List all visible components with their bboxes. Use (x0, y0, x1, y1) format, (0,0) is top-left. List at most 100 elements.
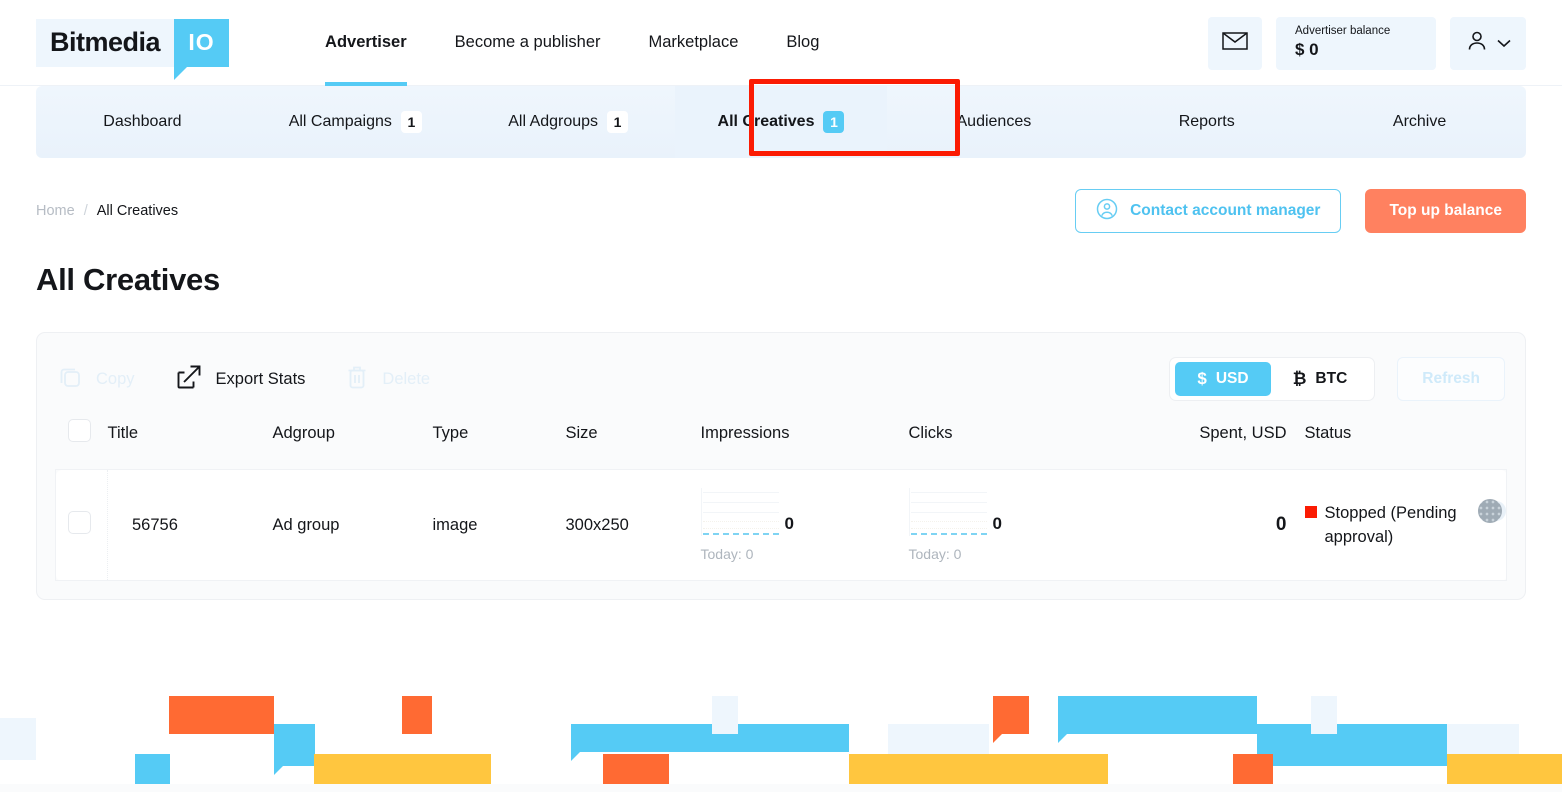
subnav-label: All Campaigns (289, 113, 392, 131)
delete-button[interactable]: Delete (345, 364, 430, 395)
subnav-label: Audiences (957, 113, 1032, 131)
currency-option-usd[interactable]: $ USD (1175, 362, 1270, 396)
row-select-cell (56, 470, 108, 581)
impressions-sparkline-chart (701, 488, 779, 536)
status-badge: Stopped (Pending approval) (1305, 501, 1465, 549)
clicks-today: Today: 0 (909, 546, 1137, 562)
currency-toggle: $ USD ₿ BTC (1169, 357, 1375, 401)
user-icon (1465, 29, 1489, 58)
subnav-item-all-adgroups[interactable]: All Adgroups 1 (462, 86, 675, 158)
impressions-value: 0 (785, 514, 794, 536)
refresh-button[interactable]: Refresh (1397, 357, 1505, 401)
dollar-icon: $ (1197, 369, 1206, 389)
breadcrumb-current: All Creatives (97, 203, 178, 219)
subnav-label: All Adgroups (508, 113, 598, 131)
copy-button[interactable]: Copy (57, 364, 135, 395)
header-right-group: Advertiser balance $ 0 (1208, 17, 1526, 70)
subnav-label: Archive (1393, 113, 1446, 131)
currency-usd-label: USD (1216, 370, 1249, 388)
contact-account-manager-button[interactable]: Contact account manager (1075, 189, 1341, 233)
main-nav: Advertiser Become a publisher Marketplac… (325, 0, 867, 86)
subnav-item-reports[interactable]: Reports (1100, 86, 1313, 158)
sub-nav-wrapper: Dashboard All Campaigns 1 All Adgroups 1… (36, 86, 1526, 158)
col-title: Title (108, 407, 273, 470)
currency-option-btc[interactable]: ₿ BTC (1271, 362, 1370, 396)
status-toggle[interactable] (1479, 501, 1506, 521)
cell-size: 300x250 (566, 470, 701, 581)
toolbar-right-actions: $ USD ₿ BTC Refresh (1169, 357, 1505, 401)
clicks-value: 0 (993, 514, 1002, 536)
nav-item-advertiser[interactable]: Advertiser (325, 0, 407, 86)
contact-account-manager-label: Contact account manager (1130, 202, 1320, 220)
subnav-badge: 1 (401, 111, 422, 133)
footer-divider (0, 784, 1562, 792)
page-actions: Contact account manager Top up balance (1075, 189, 1526, 233)
subnav-label: Reports (1179, 113, 1235, 131)
trash-icon (345, 364, 369, 395)
breadcrumb-separator: / (84, 203, 88, 219)
subnav-badge: 1 (607, 111, 628, 133)
cell-clicks: 0 Today: 0 (909, 470, 1137, 581)
table-toolbar: Copy Export Stats (55, 351, 1507, 407)
toolbar-left-actions: Copy Export Stats (57, 363, 430, 396)
col-impressions: Impressions (701, 407, 909, 470)
copy-label: Copy (96, 370, 135, 389)
logo-wordmark: Bitmedia (36, 19, 174, 67)
subnav-item-audiences[interactable]: Audiences (887, 86, 1100, 158)
cell-impressions: 0 Today: 0 (701, 470, 909, 581)
top-header: Bitmedia IO Advertiser Become a publishe… (0, 0, 1562, 86)
col-status: Status (1305, 407, 1507, 470)
subnav-label: Dashboard (103, 113, 181, 131)
export-stats-button[interactable]: Export Stats (175, 363, 306, 396)
table-body: 56756 Ad group image 300x250 (56, 470, 1507, 581)
nav-item-become-a-publisher[interactable]: Become a publisher (455, 0, 601, 86)
subnav-item-all-campaigns[interactable]: All Campaigns 1 (249, 86, 462, 158)
select-all-checkbox[interactable] (68, 419, 91, 442)
col-size: Size (566, 407, 701, 470)
cell-title: 56756 (108, 470, 273, 581)
status-text: Stopped (Pending approval) (1325, 501, 1465, 549)
impressions-sparkline-group: 0 (701, 488, 909, 536)
creatives-card: Copy Export Stats (36, 332, 1526, 600)
subnav-item-dashboard[interactable]: Dashboard (36, 86, 249, 158)
nav-item-blog[interactable]: Blog (786, 0, 819, 86)
balance-label: Advertiser balance (1295, 24, 1436, 38)
chevron-down-icon (1497, 35, 1511, 53)
bitcoin-icon: ₿ (1293, 369, 1307, 389)
row-checkbox[interactable] (68, 511, 91, 534)
table-header-row: Title Adgroup Type Size Impressions Clic… (56, 407, 1507, 470)
select-all-header (56, 407, 108, 470)
clicks-sparkline-chart (909, 488, 987, 536)
col-adgroup: Adgroup (273, 407, 433, 470)
breadcrumb-row: Home / All Creatives Contact account man… (36, 186, 1526, 236)
col-spent: Spent, USD (1137, 407, 1305, 470)
export-stats-label: Export Stats (216, 370, 306, 389)
balance-amount: $ 0 (1295, 40, 1436, 60)
breadcrumb: Home / All Creatives (36, 203, 178, 219)
user-circle-icon (1096, 198, 1118, 225)
clicks-series-line (911, 533, 987, 535)
status-dot-icon (1305, 506, 1317, 518)
table-head: Title Adgroup Type Size Impressions Clic… (56, 407, 1507, 470)
delete-label: Delete (382, 370, 430, 389)
bitmedia-logo[interactable]: Bitmedia IO (36, 19, 229, 67)
copy-icon (57, 364, 83, 395)
user-menu-button[interactable] (1450, 17, 1526, 70)
currency-btc-label: BTC (1315, 370, 1347, 388)
col-clicks: Clicks (909, 407, 1137, 470)
breadcrumb-home[interactable]: Home (36, 203, 75, 219)
table-row[interactable]: 56756 Ad group image 300x250 (56, 470, 1507, 581)
sub-nav: Dashboard All Campaigns 1 All Adgroups 1… (36, 86, 1526, 158)
subnav-item-all-creatives[interactable]: All Creatives 1 (675, 86, 888, 158)
advertiser-balance[interactable]: Advertiser balance $ 0 (1276, 17, 1436, 70)
external-link-icon (175, 363, 203, 396)
cell-adgroup: Ad group (273, 470, 433, 581)
subnav-item-archive[interactable]: Archive (1313, 86, 1526, 158)
cell-status: Stopped (Pending approval) (1305, 470, 1507, 581)
cell-type: image (433, 470, 566, 581)
nav-item-marketplace[interactable]: Marketplace (649, 0, 739, 86)
messages-button[interactable] (1208, 17, 1262, 70)
top-up-balance-button[interactable]: Top up balance (1365, 189, 1526, 233)
toggle-knob (1478, 499, 1502, 523)
subnav-badge: 1 (823, 111, 844, 133)
